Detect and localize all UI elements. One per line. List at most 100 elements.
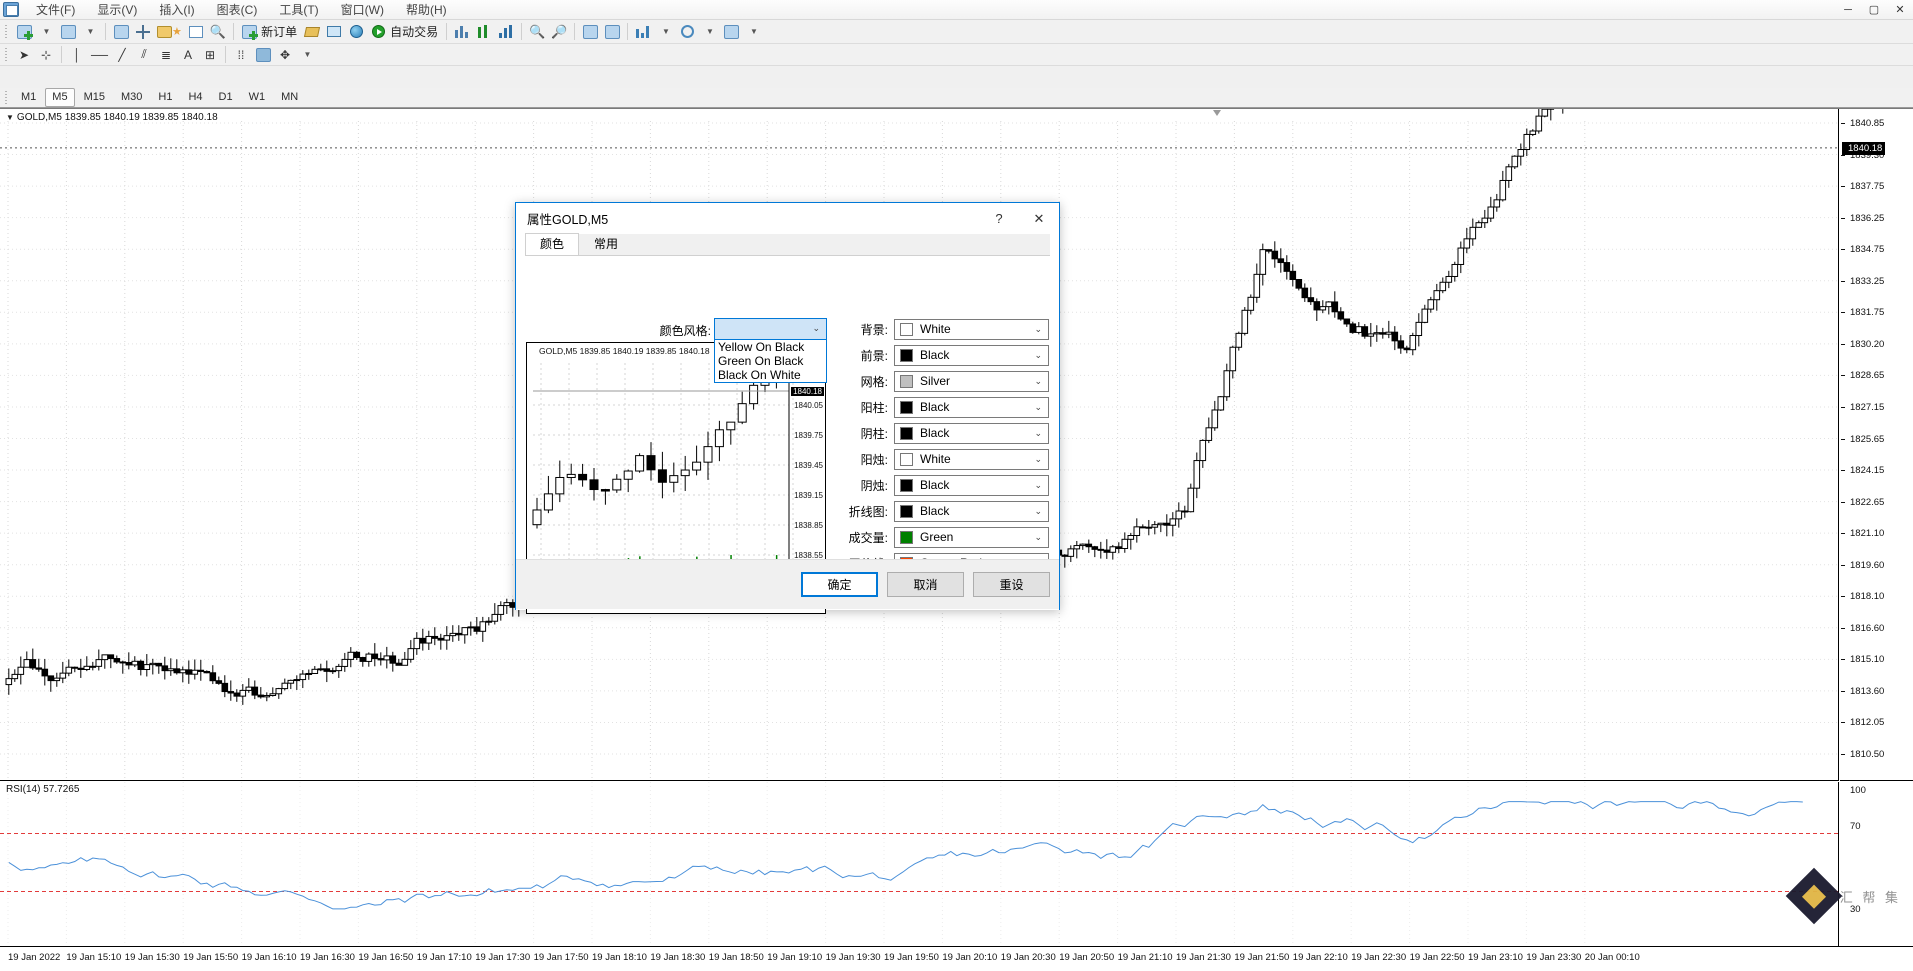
- menu-file[interactable]: 文件(F): [25, 0, 86, 20]
- reset-button[interactable]: 重设: [973, 572, 1050, 597]
- color-field-select[interactable]: Black ⌄: [894, 422, 1049, 444]
- shapes-icon[interactable]: [252, 44, 274, 65]
- cycle-lines-icon[interactable]: ⁞⁞: [230, 44, 252, 65]
- preview-price-tick: 1839.45: [794, 461, 823, 470]
- price-axis[interactable]: 1840.85 1839.30 1837.75 1836.25 1834.75 1833.…: [1840, 109, 1913, 781]
- time-tick-label: 19 Jan 16:10: [241, 952, 297, 963]
- tab-colors[interactable]: 颜色: [525, 233, 580, 255]
- menu-insert[interactable]: 插入(I): [148, 0, 205, 20]
- periods-dropdown-icon[interactable]: ▼: [698, 21, 720, 42]
- navigator-icon[interactable]: ★: [154, 21, 185, 42]
- new-order-icon[interactable]: [238, 21, 260, 42]
- rsi-indicator-pane[interactable]: RSI(14) 57.7265: [0, 782, 1839, 947]
- line-toolbar-grip[interactable]: [3, 46, 10, 63]
- timeframe-m15[interactable]: M15: [77, 88, 112, 107]
- bar-chart-icon[interactable]: [451, 21, 473, 42]
- autotrading-label[interactable]: 自动交易: [389, 23, 442, 40]
- market-watch-icon[interactable]: [110, 21, 132, 42]
- horizontal-line-icon[interactable]: ──: [88, 44, 111, 65]
- autotrading-icon[interactable]: [367, 21, 389, 42]
- new-chart-icon[interactable]: [13, 21, 35, 42]
- mql5-community-icon[interactable]: [301, 21, 323, 42]
- zoom-out-icon[interactable]: 🔎: [548, 21, 570, 42]
- terminal-icon[interactable]: [185, 21, 207, 42]
- color-field-select[interactable]: White ⌄: [894, 448, 1049, 470]
- timeframe-h1[interactable]: H1: [151, 88, 179, 107]
- chart-shift-marker[interactable]: [1213, 110, 1222, 117]
- time-tick-label: 19 Jan 20:10: [942, 952, 998, 963]
- chevron-down-icon: ⌄: [1034, 453, 1042, 464]
- dialog-close-button[interactable]: ✕: [1019, 204, 1059, 234]
- auto-scroll-icon[interactable]: [601, 21, 623, 42]
- signals-icon[interactable]: [345, 21, 367, 42]
- line-chart-icon[interactable]: [495, 21, 517, 42]
- crosshair-tool-icon[interactable]: ⊹: [35, 44, 57, 65]
- new-chart-dropdown-icon[interactable]: ▼: [35, 21, 57, 42]
- color-field-select[interactable]: Black ⌄: [894, 344, 1049, 366]
- preview-price-tick: 1840.05: [794, 401, 823, 410]
- templates-dropdown-icon[interactable]: ▼: [742, 21, 764, 42]
- timeframe-grip[interactable]: [3, 89, 10, 106]
- maximize-button[interactable]: ▢: [1861, 0, 1887, 20]
- option-yellow-on-black[interactable]: Yellow On Black: [715, 340, 826, 354]
- ok-button[interactable]: 确定: [801, 572, 878, 597]
- crosshair-icon[interactable]: [132, 21, 154, 42]
- timeframe-mn[interactable]: MN: [274, 88, 305, 107]
- equidistant-channel-icon[interactable]: ⫽: [133, 44, 155, 65]
- timeframe-m5[interactable]: M5: [45, 88, 75, 107]
- indicator-title: RSI(14) 57.7265: [6, 784, 80, 795]
- close-button[interactable]: ✕: [1887, 0, 1913, 20]
- color-field-row: 网格: Silver ⌄: [824, 370, 1049, 392]
- trendline-icon[interactable]: ╱: [111, 44, 133, 65]
- arrows-dropdown-icon[interactable]: ▼: [296, 44, 318, 65]
- indicators-icon[interactable]: [632, 21, 654, 42]
- color-field-select[interactable]: Black ⌄: [894, 500, 1049, 522]
- timeframe-m30[interactable]: M30: [114, 88, 149, 107]
- time-axis[interactable]: 19 Jan 2022 19 Jan 15:10 19 Jan 15:30 19 Ja…: [0, 946, 1913, 971]
- timeframe-h4[interactable]: H4: [181, 88, 209, 107]
- zoom-in-icon[interactable]: 🔍: [526, 21, 548, 42]
- menu-tools[interactable]: 工具(T): [268, 0, 329, 20]
- templates-icon[interactable]: [720, 21, 742, 42]
- toolbar-grip[interactable]: [3, 23, 10, 40]
- cursor-icon[interactable]: ➤: [13, 44, 35, 65]
- candle-chart-icon[interactable]: [473, 21, 495, 42]
- minimize-button[interactable]: ─: [1835, 0, 1861, 20]
- strategy-tester-icon[interactable]: 🔍: [207, 21, 229, 42]
- indicators-dropdown-icon[interactable]: ▼: [654, 21, 676, 42]
- dialog-titlebar[interactable]: 属性GOLD,M5 ? ✕: [516, 203, 1059, 234]
- new-order-label[interactable]: 新订单: [260, 23, 301, 40]
- timeframe-w1[interactable]: W1: [242, 88, 273, 107]
- color-scheme-select[interactable]: ⌄: [714, 318, 827, 340]
- timeframe-m1[interactable]: M1: [14, 88, 43, 107]
- color-scheme-options[interactable]: Yellow On Black Green On Black Black On …: [714, 340, 827, 383]
- color-field-select[interactable]: White ⌄: [894, 318, 1049, 340]
- label-icon[interactable]: ⊞: [199, 44, 221, 65]
- profiles-icon[interactable]: [57, 21, 79, 42]
- tab-common[interactable]: 常用: [579, 233, 633, 255]
- menu-view[interactable]: 显示(V): [86, 0, 148, 20]
- option-black-on-white[interactable]: Black On White: [715, 368, 826, 382]
- cancel-button[interactable]: 取消: [887, 572, 964, 597]
- menu-window[interactable]: 窗口(W): [330, 0, 395, 20]
- chart-shift-icon[interactable]: [579, 21, 601, 42]
- color-field-select[interactable]: Black ⌄: [894, 474, 1049, 496]
- chart-collapse-icon[interactable]: ▼: [6, 113, 14, 122]
- preview-price-tick: 1838.85: [794, 521, 823, 530]
- periods-icon[interactable]: [676, 21, 698, 42]
- color-field-select[interactable]: Black ⌄: [894, 396, 1049, 418]
- color-field-select[interactable]: Green ⌄: [894, 526, 1049, 548]
- vertical-line-icon[interactable]: │: [66, 44, 88, 65]
- profiles-dropdown-icon[interactable]: ▼: [79, 21, 101, 42]
- dialog-help-button[interactable]: ?: [979, 204, 1019, 234]
- text-icon[interactable]: A: [177, 44, 199, 65]
- metaeditor-icon[interactable]: [323, 21, 345, 42]
- option-green-on-black[interactable]: Green On Black: [715, 354, 826, 368]
- fibonacci-icon[interactable]: ≣: [155, 44, 177, 65]
- timeframe-d1[interactable]: D1: [212, 88, 240, 107]
- menu-help[interactable]: 帮助(H): [395, 0, 458, 20]
- arrows-icon[interactable]: ✥: [274, 44, 296, 65]
- color-field-select[interactable]: Silver ⌄: [894, 370, 1049, 392]
- color-field-label: 阴柱:: [860, 426, 888, 441]
- menu-charts[interactable]: 图表(C): [206, 0, 269, 20]
